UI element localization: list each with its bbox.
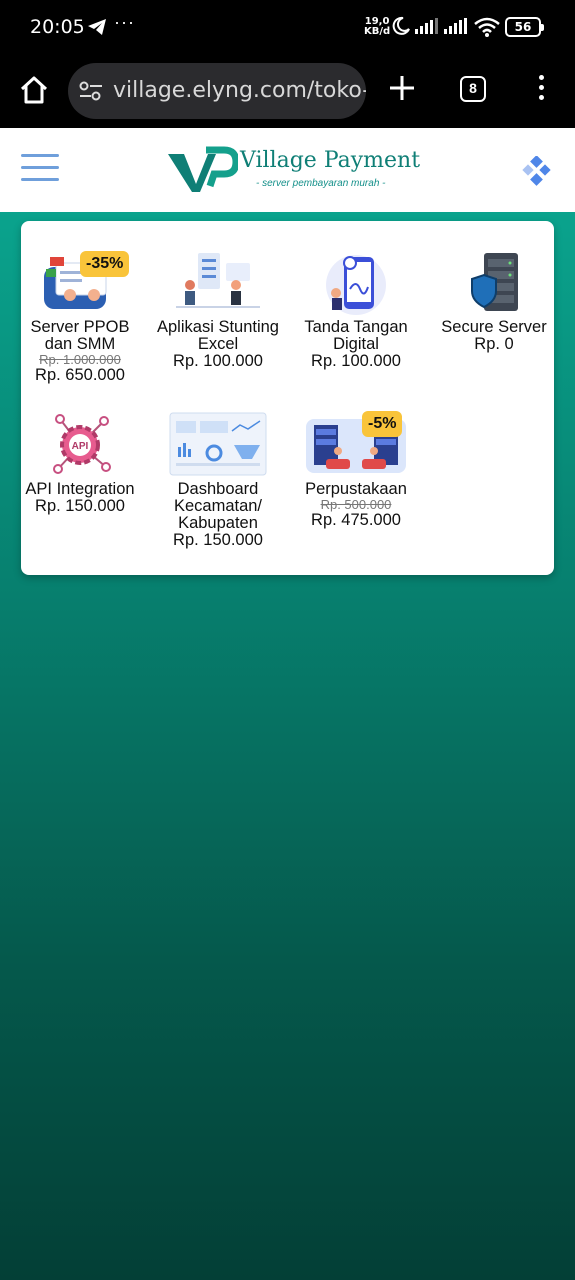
more-notifications-icon: ··· — [114, 12, 135, 32]
product-name: Tanda Tangan Digital — [304, 318, 408, 353]
do-not-disturb-icon — [391, 16, 411, 41]
api-gear-illustration-icon: API — [30, 411, 130, 477]
product-price: Rp. 100.000 — [173, 352, 263, 370]
server-shield-illustration-icon — [444, 249, 544, 315]
product-old-price: Rp. 500.000 — [320, 497, 392, 512]
product-perpustakaan[interactable]: -5% Perpustakaan Rp. 500.000 Rp. 475.000 — [292, 411, 420, 529]
telegram-icon — [87, 18, 107, 41]
product-name: Secure Server — [441, 318, 547, 336]
url-text: village.elyng.com/toko-i — [113, 78, 366, 103]
address-bar[interactable]: village.elyng.com/toko-i — [68, 63, 366, 119]
status-bar: 20:05 ··· 19,0 KB/d 56 — [0, 0, 575, 56]
discount-badge: -35% — [80, 251, 130, 277]
product-api-integration[interactable]: API API Integration Rp. 150.000 — [16, 411, 144, 515]
vp-logo-icon — [168, 146, 240, 192]
product-price: Rp. 100.000 — [311, 352, 401, 370]
overflow-menu-icon[interactable] — [530, 72, 552, 106]
brand-logo[interactable]: Village Payment - server pembayaran mura… — [166, 146, 420, 199]
product-name: Aplikasi Stunting Excel — [157, 318, 279, 353]
product-server-ppob[interactable]: -35% Server PPOB dan SMM Rp. 1.000.000 R… — [16, 249, 144, 384]
site-header: Village Payment - server pembayaran mura… — [0, 128, 575, 212]
status-time: 20:05 — [30, 16, 85, 38]
dashboard-illustration-icon — [168, 411, 268, 477]
wifi-icon — [474, 17, 500, 42]
e-signature-illustration-icon — [306, 249, 406, 315]
battery-indicator: 56 — [505, 17, 544, 37]
tab-switcher-button[interactable]: 8 — [460, 76, 486, 102]
product-old-price: Rp. 1.000.000 — [39, 352, 121, 367]
menu-icon[interactable] — [21, 154, 59, 184]
product-name: Perpustakaan — [305, 480, 407, 498]
library-illustration-icon: -5% — [306, 411, 406, 477]
signal-icon — [415, 18, 439, 39]
new-tab-icon[interactable] — [386, 72, 418, 104]
product-price: Rp. 0 — [474, 335, 514, 353]
apps-icon[interactable] — [522, 155, 552, 191]
site-settings-icon[interactable] — [78, 79, 104, 108]
network-speed: 19,0 KB/d — [364, 16, 391, 37]
home-icon[interactable] — [18, 74, 50, 106]
discount-badge: -5% — [362, 411, 403, 437]
product-dashboard-kecamatan[interactable]: Dashboard Kecamatan/ Kabupaten Rp. 150.0… — [154, 411, 282, 549]
browser-toolbar: village.elyng.com/toko-i 8 — [0, 56, 575, 128]
product-aplikasi-stunting[interactable]: Aplikasi Stunting Excel Rp. 100.000 — [154, 249, 282, 370]
svg-text:API: API — [72, 441, 89, 452]
product-price: Rp. 150.000 — [35, 497, 125, 515]
product-grid: -35% Server PPOB dan SMM Rp. 1.000.000 R… — [21, 221, 554, 575]
product-price: Rp. 475.000 — [311, 511, 401, 529]
brand-subtitle: - server pembayaran murah - — [256, 178, 386, 189]
product-name: Server PPOB dan SMM — [30, 318, 130, 353]
product-price: Rp. 650.000 — [35, 366, 125, 384]
product-secure-server[interactable]: Secure Server Rp. 0 — [430, 249, 558, 353]
product-name: Dashboard Kecamatan/ Kabupaten — [173, 480, 263, 532]
product-name: API Integration — [25, 480, 135, 498]
office-illustration-icon — [168, 249, 268, 315]
signal-icon — [444, 18, 468, 39]
product-price: Rp. 150.000 — [173, 531, 263, 549]
brand-title: Village Payment — [240, 148, 421, 173]
page-content: -35% Server PPOB dan SMM Rp. 1.000.000 R… — [0, 212, 575, 1280]
payment-illustration-icon: -35% — [30, 249, 130, 315]
product-tanda-tangan-digital[interactable]: Tanda Tangan Digital Rp. 100.000 — [292, 249, 420, 370]
